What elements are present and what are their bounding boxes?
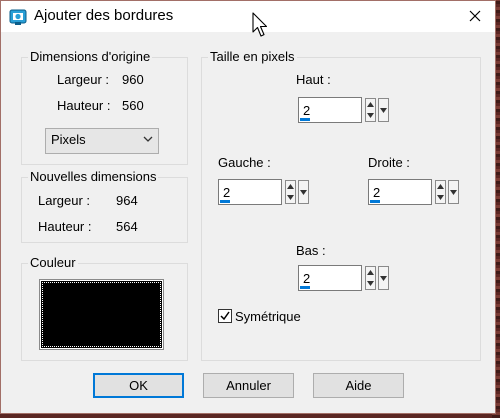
new-width-value: 964 [116, 193, 138, 208]
close-button[interactable] [461, 4, 489, 28]
help-button-label: Aide [345, 378, 372, 393]
stepper-down-icon[interactable] [366, 110, 375, 121]
checkmark-icon [220, 311, 230, 321]
borders-dialog: Ajouter des bordures Dimensions d'origin… [0, 0, 496, 414]
left-spinbox: 2 [218, 179, 313, 207]
left-dropdown-button[interactable] [298, 180, 309, 204]
color-legend: Couleur [28, 255, 78, 270]
ok-button-label: OK [129, 378, 148, 393]
stepper-down-icon[interactable] [286, 192, 295, 203]
right-value: 2 [373, 185, 381, 200]
unit-select[interactable]: Pixels [45, 128, 159, 154]
help-button[interactable]: Aide [313, 373, 404, 398]
cancel-button-label: Annuler [226, 378, 271, 393]
right-label: Droite : [368, 155, 410, 170]
bottom-value: 2 [303, 271, 311, 286]
input-focus-bar [300, 118, 310, 121]
top-stepper[interactable] [365, 98, 376, 122]
mouse-cursor-icon [252, 12, 268, 37]
stepper-up-icon[interactable] [366, 267, 375, 278]
ok-button[interactable]: OK [93, 373, 184, 398]
dropdown-arrow-icon [380, 107, 387, 113]
new-width-label: Largeur : [38, 193, 91, 208]
left-input[interactable]: 2 [218, 179, 282, 205]
top-spinbox: 2 [298, 97, 393, 125]
input-focus-bar [300, 286, 310, 289]
input-focus-bar [370, 200, 380, 203]
left-value: 2 [223, 185, 231, 200]
original-width-label: Largeur : [57, 72, 110, 87]
borders-app-icon [9, 9, 27, 25]
top-label: Haut : [296, 72, 331, 87]
chevron-down-icon [143, 136, 153, 142]
bottom-spinbox: 2 [298, 265, 393, 293]
left-stepper[interactable] [285, 180, 296, 204]
stepper-down-icon[interactable] [366, 278, 375, 289]
dropdown-arrow-icon [450, 189, 457, 195]
color-swatch[interactable] [39, 279, 164, 350]
input-focus-bar [220, 200, 230, 203]
new-dimensions-legend: Nouvelles dimensions [28, 169, 159, 184]
top-input[interactable]: 2 [298, 97, 362, 123]
stepper-up-icon[interactable] [366, 99, 375, 110]
top-value: 2 [303, 103, 311, 118]
pixel-size-legend: Taille en pixels [208, 49, 297, 64]
stepper-down-icon[interactable] [436, 192, 445, 203]
symmetric-label[interactable]: Symétrique [235, 309, 301, 324]
stepper-up-icon[interactable] [286, 181, 295, 192]
close-icon [469, 10, 481, 22]
original-width-value: 960 [122, 72, 144, 87]
original-height-value: 560 [122, 98, 144, 113]
right-dropdown-button[interactable] [448, 180, 459, 204]
original-dimensions-legend: Dimensions d'origine [28, 49, 153, 64]
right-stepper[interactable] [435, 180, 446, 204]
symmetric-checkbox[interactable] [218, 309, 232, 323]
color-swatch-fill [41, 281, 162, 348]
unit-select-value: Pixels [51, 132, 86, 147]
dropdown-arrow-icon [300, 189, 307, 195]
top-dropdown-button[interactable] [378, 98, 389, 122]
bottom-dropdown-button[interactable] [378, 266, 389, 290]
title-bar[interactable]: Ajouter des bordures [1, 1, 495, 32]
right-spinbox: 2 [368, 179, 463, 207]
bottom-stepper[interactable] [365, 266, 376, 290]
original-height-label: Hauteur : [57, 98, 111, 113]
right-input[interactable]: 2 [368, 179, 432, 205]
left-label: Gauche : [218, 155, 271, 170]
stepper-up-icon[interactable] [436, 181, 445, 192]
dropdown-arrow-icon [380, 275, 387, 281]
bottom-label: Bas : [296, 243, 326, 258]
bottom-input[interactable]: 2 [298, 265, 362, 291]
cancel-button[interactable]: Annuler [203, 373, 294, 398]
new-height-value: 564 [116, 219, 138, 234]
new-height-label: Hauteur : [38, 219, 92, 234]
window-title: Ajouter des bordures [34, 7, 174, 24]
